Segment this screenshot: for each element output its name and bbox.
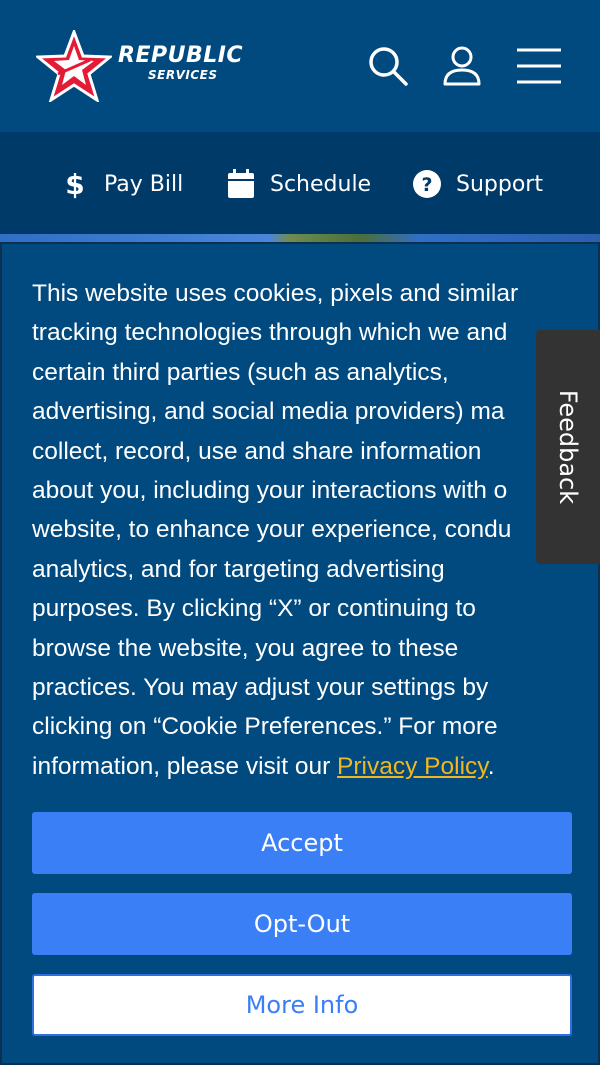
- site-header: REPUBLIC SERVICES: [0, 0, 600, 132]
- privacy-policy-link[interactable]: Privacy Policy: [337, 753, 488, 780]
- search-icon[interactable]: [364, 42, 412, 90]
- cookie-line: purposes. By clicking “X” or continuing …: [32, 595, 476, 623]
- cookie-message: This website uses cookies, pixels and si…: [32, 274, 572, 786]
- cookie-line: tracking technologies through which we a…: [32, 319, 508, 347]
- star-logo-icon: [36, 30, 112, 102]
- cookie-line: analytics, and for targeting advertising: [32, 555, 445, 583]
- accept-button[interactable]: Accept: [32, 812, 572, 874]
- cookie-line: collect, record, use and share informati…: [32, 437, 482, 465]
- cookie-line: practices. You may adjust your settings …: [32, 674, 489, 702]
- cookie-line-last: information, please visit our Privacy Po…: [32, 747, 572, 786]
- cookie-line: website, to enhance your experience, con…: [32, 516, 512, 544]
- cookie-line: about you, including your interactions w…: [32, 477, 508, 505]
- cookie-line-prefix: information, please visit our: [32, 752, 338, 780]
- pay-bill-link[interactable]: $ Pay Bill: [60, 164, 183, 204]
- opt-out-button[interactable]: Opt-Out: [32, 893, 572, 955]
- help-icon: ?: [412, 169, 442, 199]
- logo-subtitle: SERVICES: [148, 68, 218, 82]
- feedback-tab[interactable]: Feedback: [536, 330, 600, 564]
- calendar-icon: [226, 169, 256, 199]
- schedule-label: Schedule: [270, 171, 372, 197]
- svg-text:$: $: [65, 168, 84, 201]
- cookie-line-suffix: .: [487, 752, 495, 780]
- support-label: Support: [456, 171, 543, 197]
- feedback-label: Feedback: [554, 389, 582, 505]
- menu-icon[interactable]: [512, 42, 566, 90]
- republic-services-logo[interactable]: REPUBLIC SERVICES: [36, 30, 266, 102]
- cookie-line: clicking on “Cookie Preferences.” For mo…: [32, 713, 498, 741]
- more-info-button[interactable]: More Info: [32, 974, 572, 1036]
- user-icon[interactable]: [438, 42, 486, 90]
- support-link[interactable]: ? Support: [412, 164, 543, 204]
- dollar-icon: $: [60, 168, 90, 201]
- pay-bill-label: Pay Bill: [104, 171, 184, 197]
- cookie-line: advertising, and social media providers)…: [32, 398, 505, 426]
- cookie-line: browse the website, you agree to these: [32, 634, 459, 662]
- svg-text:?: ?: [421, 174, 432, 196]
- quick-nav-bar: $ Pay Bill Schedule ? Support: [0, 132, 600, 234]
- cookie-line: This website uses cookies, pixels and si…: [32, 280, 519, 307]
- cookie-consent-banner: This website uses cookies, pixels and si…: [0, 242, 600, 1065]
- logo-wordmark: REPUBLIC: [118, 43, 244, 68]
- schedule-link[interactable]: Schedule: [226, 164, 371, 204]
- cookie-line: certain third parties (such as analytics…: [32, 358, 449, 386]
